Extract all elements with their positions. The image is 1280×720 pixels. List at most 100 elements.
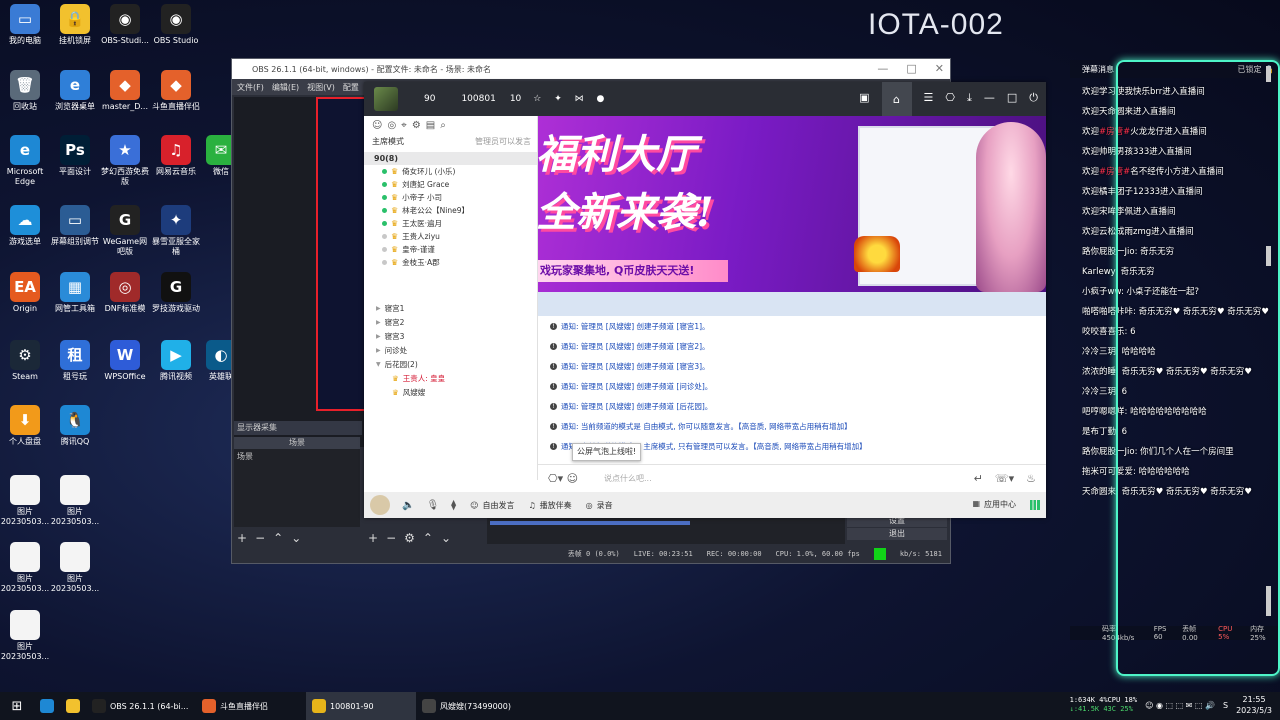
desktop-icon[interactable]: ✦ 暴雪亚服全家桶 bbox=[151, 205, 201, 257]
gift-icon[interactable]: ♨ bbox=[1026, 465, 1036, 493]
sub-channel[interactable]: ▶ 寝宫3 bbox=[364, 329, 537, 343]
desktop-icon[interactable]: W WPSOffice bbox=[100, 340, 150, 382]
garden-member[interactable]: ♛ 王贵人: 皇皇 bbox=[364, 371, 537, 385]
up-icon[interactable]: ⌃ bbox=[273, 531, 283, 545]
emoji-icon[interactable]: ⎔▾ ☺ bbox=[548, 465, 578, 493]
headset-icon[interactable]: ◎ bbox=[387, 120, 396, 132]
video-icon[interactable]: ▣ bbox=[859, 91, 869, 116]
desktop-icon[interactable]: 租租号玩 bbox=[50, 340, 100, 382]
menu-profile[interactable]: 配置 bbox=[343, 82, 359, 93]
desktop-icon[interactable]: 图片 20230503... bbox=[0, 610, 50, 662]
member-item[interactable]: ♛ 皇帝-谨谨 bbox=[364, 243, 537, 256]
member-item[interactable]: ♛ 金枝玉·A郡 bbox=[364, 256, 537, 269]
expand-icon[interactable]: ▶ bbox=[376, 305, 381, 312]
down-icon[interactable]: ⌄ bbox=[441, 531, 451, 545]
app-center-button[interactable]: ▦ 应用中心 bbox=[972, 499, 1016, 510]
scroll-thumb[interactable] bbox=[1266, 586, 1271, 616]
desktop-icon[interactable]: ▦ 网管工具箱 bbox=[50, 272, 100, 314]
garden-member[interactable]: ♛ 风嫂嫂 bbox=[364, 385, 537, 399]
desktop-icon[interactable]: e Microsoft Edge bbox=[0, 135, 50, 187]
desktop-icon[interactable]: 🗑 回收站 bbox=[0, 70, 50, 112]
scroll-thumb[interactable] bbox=[1266, 66, 1271, 82]
maximize-icon[interactable]: □ bbox=[1007, 91, 1017, 116]
maximize-icon[interactable]: □ bbox=[906, 62, 916, 75]
windows-start-icon[interactable]: ⊞ bbox=[0, 699, 34, 714]
down-icon[interactable]: ⌄ bbox=[291, 531, 301, 545]
avatar[interactable] bbox=[374, 87, 398, 111]
send-icon[interactable]: ↵ bbox=[974, 465, 983, 493]
desktop-icon[interactable]: EA Origin bbox=[0, 272, 50, 314]
download-icon[interactable]: ⤓ bbox=[967, 91, 972, 116]
desktop-icon[interactable]: ★ 梦幻西游免费版 bbox=[100, 135, 150, 187]
mic-icon[interactable]: 🎙 bbox=[426, 500, 439, 511]
remove-icon[interactable]: − bbox=[255, 531, 265, 545]
menu-edit[interactable]: 编辑(E) bbox=[272, 82, 299, 93]
close-icon[interactable]: ✕ bbox=[935, 62, 944, 75]
minimize-icon[interactable]: — bbox=[984, 91, 995, 116]
obs-titlebar[interactable]: OBS 26.1.1 (64-bit, windows) - 配置文件: 未命名… bbox=[232, 59, 950, 79]
desktop-icon[interactable]: ☁ 游戏选单 bbox=[0, 205, 50, 247]
gear-icon[interactable]: ⚙ bbox=[404, 531, 415, 545]
desktop-icon[interactable]: ◆ 斗鱼直播伴侣 bbox=[151, 70, 201, 112]
member-item[interactable]: ♛ 林老公公【Nine9】 bbox=[364, 204, 537, 217]
note-icon[interactable]: ▤ bbox=[426, 120, 435, 132]
expand-icon[interactable]: ▼ bbox=[376, 361, 381, 368]
sub-channel[interactable]: ▶ 问诊处 bbox=[364, 343, 537, 357]
clock[interactable]: 21:55 2023/5/3 bbox=[1236, 694, 1272, 716]
tray-icons[interactable]: ☺ ◉ ⬚ ⬚ ✉ ⬚ 🔊 bbox=[1145, 701, 1215, 710]
scenes-panel[interactable]: 场景 场景 bbox=[234, 437, 360, 527]
desktop-icon[interactable]: G WeGame网吧版 bbox=[100, 205, 150, 257]
user-icon[interactable]: ☺ bbox=[372, 120, 382, 132]
desktop-icon[interactable]: 🔒 挂机锁屏 bbox=[50, 4, 100, 46]
expand-icon[interactable]: ▶ bbox=[376, 333, 381, 340]
expand-icon[interactable]: ▶ bbox=[376, 347, 381, 354]
chat-input[interactable]: ⎔▾ ☺ 说点什么吧... ↵ ☏▾ ♨ bbox=[538, 464, 1046, 492]
menu-file[interactable]: 文件(F) bbox=[237, 82, 264, 93]
desktop-icon[interactable]: ⬇ 个人盘盘 bbox=[0, 405, 50, 447]
sub-channel[interactable]: ▶ 寝宫2 bbox=[364, 315, 537, 329]
bubble-icon[interactable]: ☏▾ bbox=[995, 465, 1014, 493]
promo-banner[interactable]: 福利大厅 全新来袭! 戏玩家聚集地, Q币皮肤天天送! bbox=[538, 116, 1046, 292]
taskbar-explorer[interactable] bbox=[60, 692, 86, 720]
ime-icon[interactable]: S bbox=[1223, 701, 1228, 710]
menu-view[interactable]: 视图(V) bbox=[307, 82, 335, 93]
list-icon[interactable]: ☰ bbox=[924, 91, 934, 116]
gamepad-icon[interactable]: ⎔ bbox=[945, 91, 955, 116]
desktop-icon[interactable]: e 浏览器桌单 bbox=[50, 70, 100, 112]
exit-button[interactable]: 退出 bbox=[847, 528, 947, 540]
member-item[interactable]: ♛ 倚女环儿 (小乐) bbox=[364, 165, 537, 178]
desktop-icon[interactable]: 🐧 腾讯QQ bbox=[50, 405, 100, 447]
power-icon[interactable]: ⏻ bbox=[1029, 91, 1038, 116]
sub-channel[interactable]: ▼ 后花园(2) bbox=[364, 357, 537, 371]
desktop-icon[interactable]: ▭ 我的电脑 bbox=[0, 4, 50, 46]
desktop-icon[interactable]: ◆ master_D... bbox=[100, 70, 150, 112]
up-icon[interactable]: ⌃ bbox=[423, 531, 433, 545]
remove-icon[interactable]: − bbox=[386, 531, 396, 545]
record-button[interactable]: ◎ 录音 bbox=[586, 500, 613, 511]
equalizer-icon[interactable]: ⧫ bbox=[451, 500, 456, 511]
desktop-icon[interactable]: Ps 平面设计 bbox=[50, 135, 100, 177]
taskbar-item[interactable]: OBS 26.1.1 (64-bi... bbox=[86, 692, 196, 720]
desktop-icon[interactable]: G 罗技游戏驱动 bbox=[151, 272, 201, 314]
sub-channel[interactable]: ▶ 寝宫1 bbox=[364, 301, 537, 315]
desktop-icon[interactable]: ▶ 腾讯视频 bbox=[151, 340, 201, 382]
desktop-icon[interactable]: 图片 20230503... bbox=[50, 475, 100, 527]
free-speak-button[interactable]: ☺ 自由发言 bbox=[470, 500, 514, 511]
taskbar-item[interactable]: 斗鱼直播伴侣 bbox=[196, 692, 306, 720]
scene-item[interactable]: 场景 bbox=[234, 449, 360, 464]
member-item[interactable]: ♛ 小帝子 小司 bbox=[364, 191, 537, 204]
taskbar-edge[interactable] bbox=[34, 692, 60, 720]
desktop-icon[interactable]: ◉ OBS Studio bbox=[151, 4, 201, 46]
search-icon[interactable]: ⌕ bbox=[440, 120, 446, 132]
volume-slider[interactable] bbox=[490, 521, 690, 525]
desktop-icon[interactable]: 图片 20230503... bbox=[0, 542, 50, 594]
scroll-thumb[interactable] bbox=[1266, 246, 1271, 266]
header-icons[interactable]: ☆ ✦ ⋈ ● bbox=[533, 94, 609, 104]
settings-icon[interactable]: ⚙ bbox=[412, 120, 421, 132]
audio-mixer[interactable] bbox=[487, 514, 845, 544]
desktop-icon[interactable]: ⚙ Steam bbox=[0, 340, 50, 382]
taskbar-item[interactable]: 风嫂嫂(73499000) bbox=[416, 692, 526, 720]
desktop-icon[interactable]: ▭ 屏幕组别调节 bbox=[50, 205, 100, 247]
desktop-icon[interactable]: 图片 20230503... bbox=[0, 475, 50, 527]
location-icon[interactable]: ⌖ bbox=[401, 120, 407, 132]
